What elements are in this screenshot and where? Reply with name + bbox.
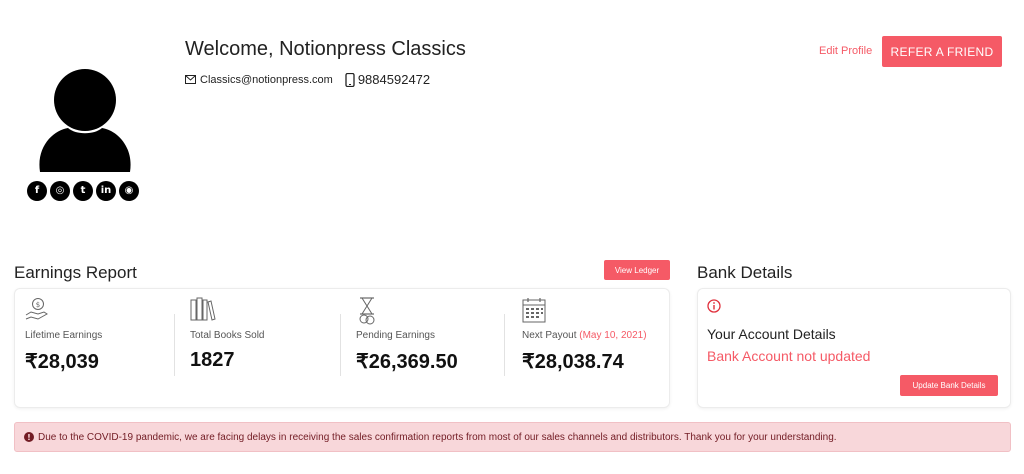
- account-details-heading: Your Account Details: [707, 326, 836, 342]
- view-ledger-button[interactable]: View Ledger: [604, 260, 670, 280]
- payout-date: (May 10, 2021): [579, 330, 647, 341]
- exclamation-icon: !: [24, 432, 34, 442]
- earnings-card: $ Lifetime Earnings ₹28,039 Total Books …: [14, 288, 670, 408]
- stat-value: 1827: [190, 349, 235, 371]
- stat-divider: [174, 314, 175, 376]
- stat-value: ₹26,369.50: [356, 351, 458, 373]
- notice-text: Due to the COVID-19 pandemic, we are fac…: [38, 431, 837, 443]
- stat-divider: [504, 314, 505, 376]
- stat-label: Pending Earnings: [356, 330, 435, 341]
- phone-icon: [345, 72, 355, 87]
- contact-info: Classics@notionpress.com 9884592472: [185, 72, 430, 87]
- info-icon: [707, 299, 721, 313]
- svg-text:$: $: [36, 301, 40, 309]
- twitter-icon[interactable]: t: [73, 181, 93, 201]
- instagram-icon[interactable]: ◉: [119, 181, 139, 201]
- avatar-icon: [39, 69, 131, 172]
- stat-label: Lifetime Earnings: [25, 330, 103, 341]
- books-icon: [190, 297, 216, 321]
- hourglass-money-icon: [359, 297, 375, 325]
- earnings-report-title: Earnings Report: [14, 263, 137, 282]
- stat-divider: [340, 314, 341, 376]
- globe-icon[interactable]: ◎: [50, 181, 70, 201]
- facebook-icon[interactable]: f: [27, 181, 47, 201]
- money-hand-icon: $: [25, 298, 48, 320]
- refer-friend-button[interactable]: REFER A FRIEND: [882, 36, 1002, 67]
- stat-label-text: Next Payout: [522, 330, 577, 341]
- update-bank-details-button[interactable]: Update Bank Details: [900, 375, 998, 396]
- phone-text: 9884592472: [357, 72, 431, 87]
- envelope-icon: [185, 75, 196, 84]
- welcome-heading: Welcome, Notionpress Classics: [185, 38, 466, 60]
- bank-details-card: Your Account Details Bank Account not up…: [697, 288, 1011, 408]
- edit-profile-link[interactable]: Edit Profile: [819, 45, 872, 57]
- stat-label: Next Payout (May 10, 2021): [522, 330, 647, 341]
- linkedin-icon[interactable]: in: [96, 181, 116, 201]
- covid-notice-banner: ! Due to the COVID-19 pandemic, we are f…: [14, 422, 1011, 452]
- bank-details-title: Bank Details: [697, 263, 793, 282]
- email-text: Classics@notionpress.com: [200, 73, 333, 86]
- bank-status-text: Bank Account not updated: [707, 348, 871, 364]
- calendar-icon: [522, 298, 546, 323]
- stat-value: ₹28,039: [25, 351, 99, 373]
- stat-label: Total Books Sold: [190, 330, 265, 341]
- social-links: f ◎ t in ◉: [27, 181, 139, 201]
- stat-value: ₹28,038.74: [522, 351, 624, 373]
